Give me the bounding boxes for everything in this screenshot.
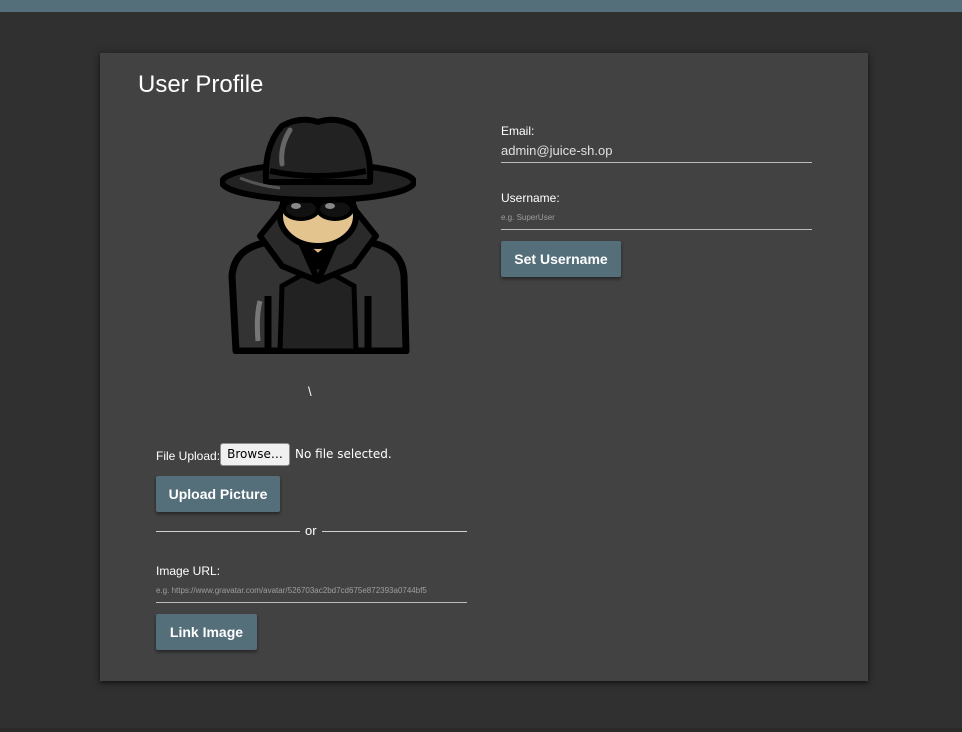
file-status: No file selected. xyxy=(295,447,392,461)
page-title: User Profile xyxy=(138,71,264,98)
upload-picture-button[interactable]: Upload Picture xyxy=(156,476,280,512)
image-url-underline xyxy=(156,602,467,603)
username-label: Username: xyxy=(501,191,560,205)
image-url-label: Image URL: xyxy=(156,564,221,578)
email-label: Email: xyxy=(501,124,535,138)
email-underline xyxy=(501,162,812,163)
image-url-input[interactable]: e.g. https://www.gravatar.com/avatar/526… xyxy=(156,586,427,595)
user-profile-card: User Profile \ Email: admin@juice-sh.op … xyxy=(100,53,868,681)
username-underline xyxy=(501,229,812,230)
set-username-button[interactable]: Set Username xyxy=(501,241,621,277)
spy-avatar-icon xyxy=(220,116,416,354)
username-input[interactable]: e.g. SuperUser xyxy=(501,213,555,222)
file-upload-label: File Upload: xyxy=(156,449,221,463)
link-image-button[interactable]: Link Image xyxy=(156,614,257,650)
username-display: \ xyxy=(308,384,312,399)
divider-or: or xyxy=(305,523,317,538)
top-navbar xyxy=(0,0,962,12)
email-field: admin@juice-sh.op xyxy=(501,143,613,158)
divider-line-left xyxy=(156,531,300,532)
divider-line-right xyxy=(322,531,467,532)
browse-button[interactable]: Browse… xyxy=(220,443,290,466)
bottom-strip xyxy=(0,728,962,732)
